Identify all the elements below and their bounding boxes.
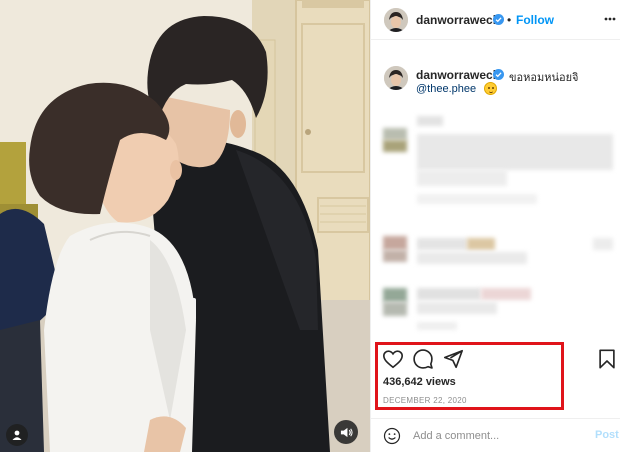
post-actions: 436,642 views DECEMBER 22, 2020	[371, 342, 620, 414]
comment-text-blurred	[417, 288, 481, 300]
commenter-avatar-blurred	[383, 288, 407, 302]
speaker-icon	[340, 427, 353, 437]
comment-text-blurred	[417, 302, 497, 314]
comment-meta-blurred	[417, 322, 457, 330]
video-frame	[0, 0, 370, 452]
post-comment-button[interactable]: Post	[595, 429, 619, 441]
comment-text-blurred	[417, 116, 443, 126]
user-tag-icon	[12, 430, 22, 440]
commenter-avatar-blurred	[383, 140, 407, 152]
post-header: danworrawech • Follow	[371, 0, 620, 40]
header-separator: •	[507, 13, 512, 27]
commenter-avatar-blurred	[383, 128, 407, 140]
comment-text-blurred	[417, 238, 467, 250]
comment-text-blurred	[593, 238, 613, 250]
post-side-panel: danworrawech • Follow danworrawech ขอหอม…	[370, 0, 620, 452]
red-highlight-box	[375, 342, 564, 410]
comment-meta-blurred	[417, 194, 537, 204]
post-caption: danworrawech ขอหอมหน่อยจิ @thee.phee	[371, 52, 620, 112]
bookmark-icon[interactable]	[596, 348, 618, 370]
mention-link[interactable]: @thee.phee	[416, 83, 476, 95]
comment-text-blurred	[417, 134, 613, 170]
comment-input[interactable]	[413, 428, 573, 444]
emoji-picker-icon[interactable]	[383, 427, 401, 445]
mute-toggle-button[interactable]	[334, 420, 358, 444]
post-video[interactable]	[0, 0, 370, 452]
smile-emoji-icon	[484, 82, 497, 95]
comments-list	[371, 112, 620, 342]
verified-badge-icon	[493, 69, 504, 80]
avatar-image	[384, 8, 408, 32]
commenter-avatar-blurred	[383, 250, 407, 262]
comment-text-blurred	[417, 252, 527, 264]
author-username[interactable]: danworrawech	[416, 13, 500, 27]
comment-text-blurred	[467, 238, 495, 250]
avatar-image	[384, 66, 408, 90]
more-options-button[interactable]	[603, 12, 617, 26]
comment-text-blurred	[481, 288, 531, 300]
caption-text: ขอหอมหน่อยจิ	[509, 72, 579, 84]
follow-button[interactable]: Follow	[516, 13, 554, 27]
tagged-users-button[interactable]	[6, 424, 28, 446]
more-options-icon	[604, 17, 616, 21]
commenter-avatar-blurred	[383, 236, 407, 250]
add-comment-bar: Post	[371, 418, 620, 452]
comment-text-blurred	[417, 170, 507, 186]
caption-author-avatar[interactable]	[384, 66, 408, 90]
verified-badge-icon	[493, 14, 504, 25]
author-avatar[interactable]	[384, 8, 408, 32]
caption-username[interactable]: danworrawech	[416, 68, 500, 82]
commenter-avatar-blurred	[383, 302, 407, 316]
